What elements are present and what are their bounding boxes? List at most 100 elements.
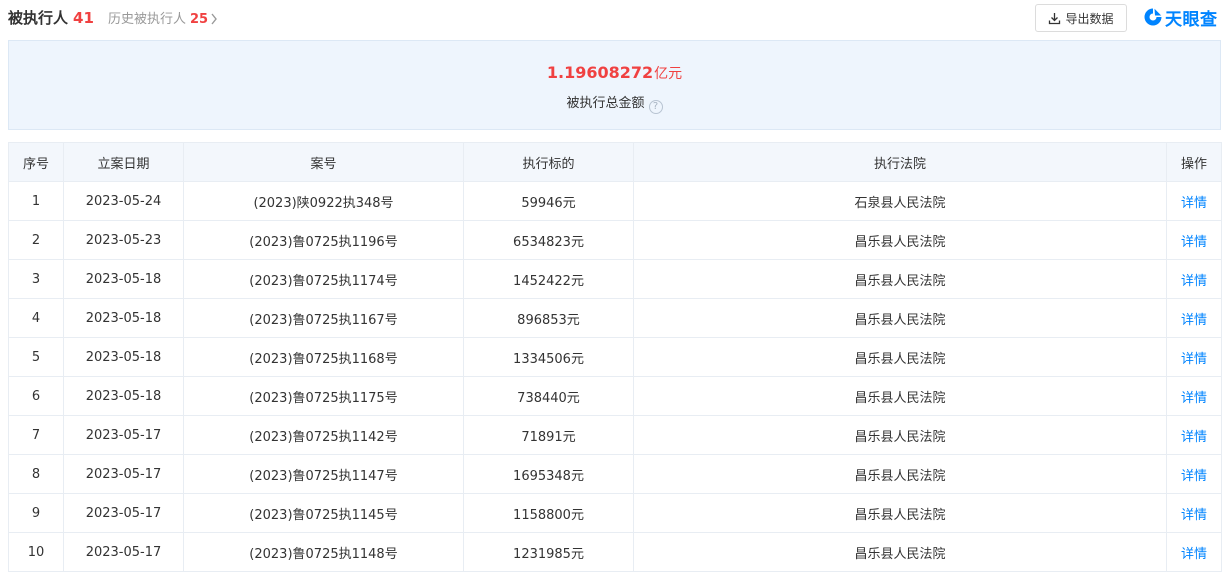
row-case-number: (2023)陕0922执348号 bbox=[183, 181, 464, 221]
row-date: 2023-05-24 bbox=[63, 181, 184, 221]
tianyancha-logo-icon bbox=[1144, 8, 1162, 26]
row-court: 昌乐县人民法院 bbox=[633, 259, 1167, 299]
total-amount-unit: 亿元 bbox=[654, 66, 683, 82]
column-header-index: 序号 bbox=[8, 142, 64, 182]
row-amount: 1452422元 bbox=[463, 259, 634, 299]
brand-name: 天眼查 bbox=[1165, 9, 1218, 30]
row-date: 2023-05-18 bbox=[63, 376, 184, 416]
column-header-amount: 执行标的 bbox=[463, 142, 634, 182]
row-amount: 896853元 bbox=[463, 298, 634, 338]
table-row: 3 2023-05-18 (2023)鲁0725执1174号 1452422元 昌乐县人… bbox=[8, 259, 1222, 299]
summary-panel: 1.19608272亿元 被执行总金额? bbox=[8, 40, 1221, 130]
export-data-button[interactable]: 导出数据 bbox=[1035, 4, 1127, 32]
row-date: 2023-05-17 bbox=[63, 454, 184, 494]
row-index: 4 bbox=[8, 298, 64, 338]
row-date: 2023-05-18 bbox=[63, 259, 184, 299]
table-body: 1 2023-05-24 (2023)陕0922执348号 59946元 石泉县人民法院… bbox=[8, 181, 1222, 572]
row-case-number: (2023)鲁0725执1168号 bbox=[183, 337, 464, 377]
table-row: 8 2023-05-17 (2023)鲁0725执1147号 1695348元 昌乐县人… bbox=[8, 454, 1222, 494]
detail-link[interactable]: 详情 bbox=[1166, 181, 1222, 221]
row-court: 昌乐县人民法院 bbox=[633, 493, 1167, 533]
column-header-court: 执行法院 bbox=[633, 142, 1167, 182]
table-header-row: 序号 立案日期 案号 执行标的 执行法院 操作 bbox=[8, 142, 1222, 182]
row-court: 石泉县人民法院 bbox=[633, 181, 1167, 221]
detail-link[interactable]: 详情 bbox=[1166, 493, 1222, 533]
row-case-number: (2023)鲁0725执1148号 bbox=[183, 532, 464, 572]
row-date: 2023-05-18 bbox=[63, 298, 184, 338]
detail-link[interactable]: 详情 bbox=[1166, 454, 1222, 494]
total-amount: 1.19608272亿元 bbox=[9, 63, 1220, 83]
row-case-number: (2023)鲁0725执1167号 bbox=[183, 298, 464, 338]
detail-link[interactable]: 详情 bbox=[1166, 259, 1222, 299]
row-amount: 1158800元 bbox=[463, 493, 634, 533]
row-case-number: (2023)鲁0725执1142号 bbox=[183, 415, 464, 455]
table-row: 5 2023-05-18 (2023)鲁0725执1168号 1334506元 昌乐县人… bbox=[8, 337, 1222, 377]
row-court: 昌乐县人民法院 bbox=[633, 337, 1167, 377]
row-index: 3 bbox=[8, 259, 64, 299]
row-court: 昌乐县人民法院 bbox=[633, 298, 1167, 338]
detail-link[interactable]: 详情 bbox=[1166, 298, 1222, 338]
row-court: 昌乐县人民法院 bbox=[633, 454, 1167, 494]
table-row: 10 2023-05-17 (2023)鲁0725执1148号 1231985元 昌乐县… bbox=[8, 532, 1222, 572]
row-date: 2023-05-17 bbox=[63, 415, 184, 455]
row-index: 9 bbox=[8, 493, 64, 533]
top-bar: 被执行人 41 历史被执行人 25 导出数据 天眼查 bbox=[0, 0, 1228, 34]
table-row: 6 2023-05-18 (2023)鲁0725执1175号 738440元 昌乐县人民… bbox=[8, 376, 1222, 416]
row-amount: 1231985元 bbox=[463, 532, 634, 572]
row-case-number: (2023)鲁0725执1145号 bbox=[183, 493, 464, 533]
detail-link[interactable]: 详情 bbox=[1166, 220, 1222, 260]
help-circle-icon[interactable]: ? bbox=[648, 100, 663, 114]
table-row: 1 2023-05-24 (2023)陕0922执348号 59946元 石泉县人民法院… bbox=[8, 181, 1222, 221]
row-index: 5 bbox=[8, 337, 64, 377]
row-amount: 6534823元 bbox=[463, 220, 634, 260]
row-amount: 71891元 bbox=[463, 415, 634, 455]
row-court: 昌乐县人民法院 bbox=[633, 376, 1167, 416]
row-case-number: (2023)鲁0725执1175号 bbox=[183, 376, 464, 416]
chevron-right-icon bbox=[210, 13, 218, 29]
column-header-date: 立案日期 bbox=[63, 142, 184, 182]
column-header-action: 操作 bbox=[1166, 142, 1222, 182]
column-header-case-number: 案号 bbox=[183, 142, 464, 182]
row-date: 2023-05-17 bbox=[63, 493, 184, 533]
row-amount: 1334506元 bbox=[463, 337, 634, 377]
detail-link[interactable]: 详情 bbox=[1166, 376, 1222, 416]
detail-link[interactable]: 详情 bbox=[1166, 337, 1222, 377]
row-court: 昌乐县人民法院 bbox=[633, 220, 1167, 260]
tab-current-executed[interactable]: 被执行人 41 bbox=[8, 7, 94, 28]
row-court: 昌乐县人民法院 bbox=[633, 415, 1167, 455]
row-index: 1 bbox=[8, 181, 64, 221]
download-icon bbox=[1048, 12, 1061, 25]
row-case-number: (2023)鲁0725执1174号 bbox=[183, 259, 464, 299]
row-court: 昌乐县人民法院 bbox=[633, 532, 1167, 572]
row-date: 2023-05-17 bbox=[63, 532, 184, 572]
export-data-label: 导出数据 bbox=[1065, 11, 1114, 26]
row-case-number: (2023)鲁0725执1147号 bbox=[183, 454, 464, 494]
row-index: 6 bbox=[8, 376, 64, 416]
brand-logo: 天眼查 bbox=[1143, 5, 1218, 30]
total-amount-value: 1.19608272 bbox=[546, 63, 654, 82]
total-amount-caption: 被执行总金额 bbox=[566, 96, 645, 111]
row-amount: 738440元 bbox=[463, 376, 634, 416]
row-index: 7 bbox=[8, 415, 64, 455]
row-amount: 1695348元 bbox=[463, 454, 634, 494]
table-row: 4 2023-05-18 (2023)鲁0725执1167号 896853元 昌乐县人民… bbox=[8, 298, 1222, 338]
row-index: 2 bbox=[8, 220, 64, 260]
tab-history-label: 历史被执行人 bbox=[108, 12, 187, 27]
detail-link[interactable]: 详情 bbox=[1166, 415, 1222, 455]
total-amount-label: 被执行总金额? bbox=[9, 92, 1220, 114]
tab-current-count: 41 bbox=[73, 9, 94, 27]
tab-history-count: 25 bbox=[190, 12, 209, 27]
table-row: 2 2023-05-23 (2023)鲁0725执1196号 6534823元 昌乐县人… bbox=[8, 220, 1222, 260]
row-case-number: (2023)鲁0725执1196号 bbox=[183, 220, 464, 260]
row-amount: 59946元 bbox=[463, 181, 634, 221]
table-row: 9 2023-05-17 (2023)鲁0725执1145号 1158800元 昌乐县人… bbox=[8, 493, 1222, 533]
row-date: 2023-05-18 bbox=[63, 337, 184, 377]
table-row: 7 2023-05-17 (2023)鲁0725执1142号 71891元 昌乐县人民法… bbox=[8, 415, 1222, 455]
row-index: 8 bbox=[8, 454, 64, 494]
tab-current-label: 被执行人 bbox=[8, 9, 69, 27]
detail-link[interactable]: 详情 bbox=[1166, 532, 1222, 572]
tab-history-executed[interactable]: 历史被执行人 25 bbox=[108, 8, 218, 29]
row-date: 2023-05-23 bbox=[63, 220, 184, 260]
executed-cases-table: 序号 立案日期 案号 执行标的 执行法院 操作 1 2023-05-24 (2023… bbox=[8, 142, 1222, 572]
row-index: 10 bbox=[8, 532, 64, 572]
